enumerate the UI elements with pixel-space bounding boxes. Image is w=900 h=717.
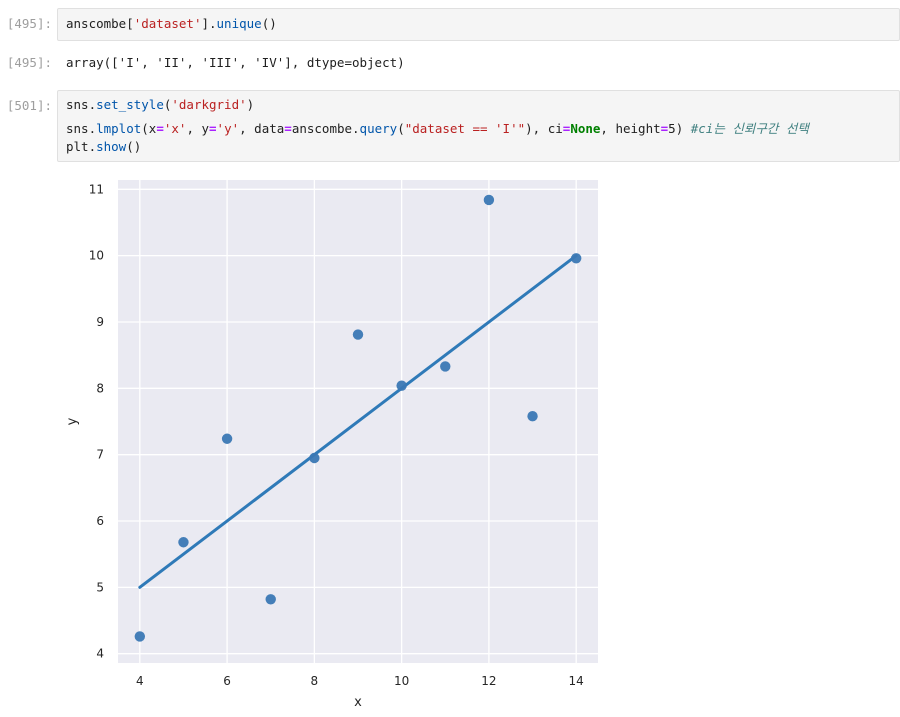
cell-prompt: [501]: — [6, 98, 52, 113]
data-point — [178, 537, 189, 548]
code-line-1: sns.set_style('darkgrid') — [66, 97, 255, 112]
y-tick-label: 5 — [96, 580, 104, 594]
y-axis-label: y — [65, 417, 80, 425]
x-tick-label: 6 — [223, 674, 231, 688]
scatter-regression-plot: 4 6 8 10 12 14 4 5 6 7 8 9 10 11 x y — [65, 180, 598, 710]
y-tick-label: 7 — [96, 448, 104, 462]
y-tick-label: 9 — [96, 315, 104, 329]
data-point — [352, 329, 364, 340]
data-point — [527, 410, 538, 422]
code-line-2: sns.lmplot(x='x', y='y', data=anscombe.q… — [66, 121, 809, 136]
x-tick-label: 4 — [136, 674, 144, 688]
y-tick-label: 8 — [96, 381, 104, 395]
data-point — [483, 194, 495, 206]
x-tick-label: 14 — [569, 674, 584, 688]
code-editor[interactable]: anscombe['dataset'].unique() — [57, 8, 900, 41]
code-cell-2[interactable]: [501]: sns.set_style('darkgrid') sns.lmp… — [0, 90, 900, 162]
y-tick-label: 4 — [96, 647, 104, 661]
cell-prompt: [495]: — [6, 55, 52, 70]
y-tick-label: 6 — [96, 514, 104, 528]
code-editor[interactable]: sns.set_style('darkgrid') sns.lmplot(x='… — [57, 90, 900, 162]
x-tick-label: 8 — [311, 674, 319, 688]
data-point — [440, 361, 451, 372]
output-cell: [495]: array(['I', 'II', 'III', 'IV'], d… — [0, 48, 900, 78]
cell-prompt: [495]: — [6, 16, 52, 31]
x-axis-label: x — [354, 695, 362, 710]
data-point — [265, 594, 276, 605]
output-text: array(['I', 'II', 'III', 'IV'], dtype=ob… — [66, 55, 405, 70]
code-cell-1[interactable]: [495]: anscombe['dataset'].unique() — [0, 8, 900, 41]
data-point — [309, 452, 320, 464]
y-tick-label: 11 — [89, 182, 104, 196]
data-point — [396, 380, 407, 391]
x-tick-label: 12 — [481, 674, 496, 688]
code-line: anscombe['dataset'].unique() — [66, 16, 277, 31]
x-tick-label: 10 — [394, 674, 409, 688]
data-point — [134, 631, 146, 642]
code-line-3: plt.show() — [66, 139, 142, 154]
data-point — [221, 433, 233, 444]
data-point — [570, 253, 582, 264]
y-tick-label: 10 — [89, 249, 104, 263]
